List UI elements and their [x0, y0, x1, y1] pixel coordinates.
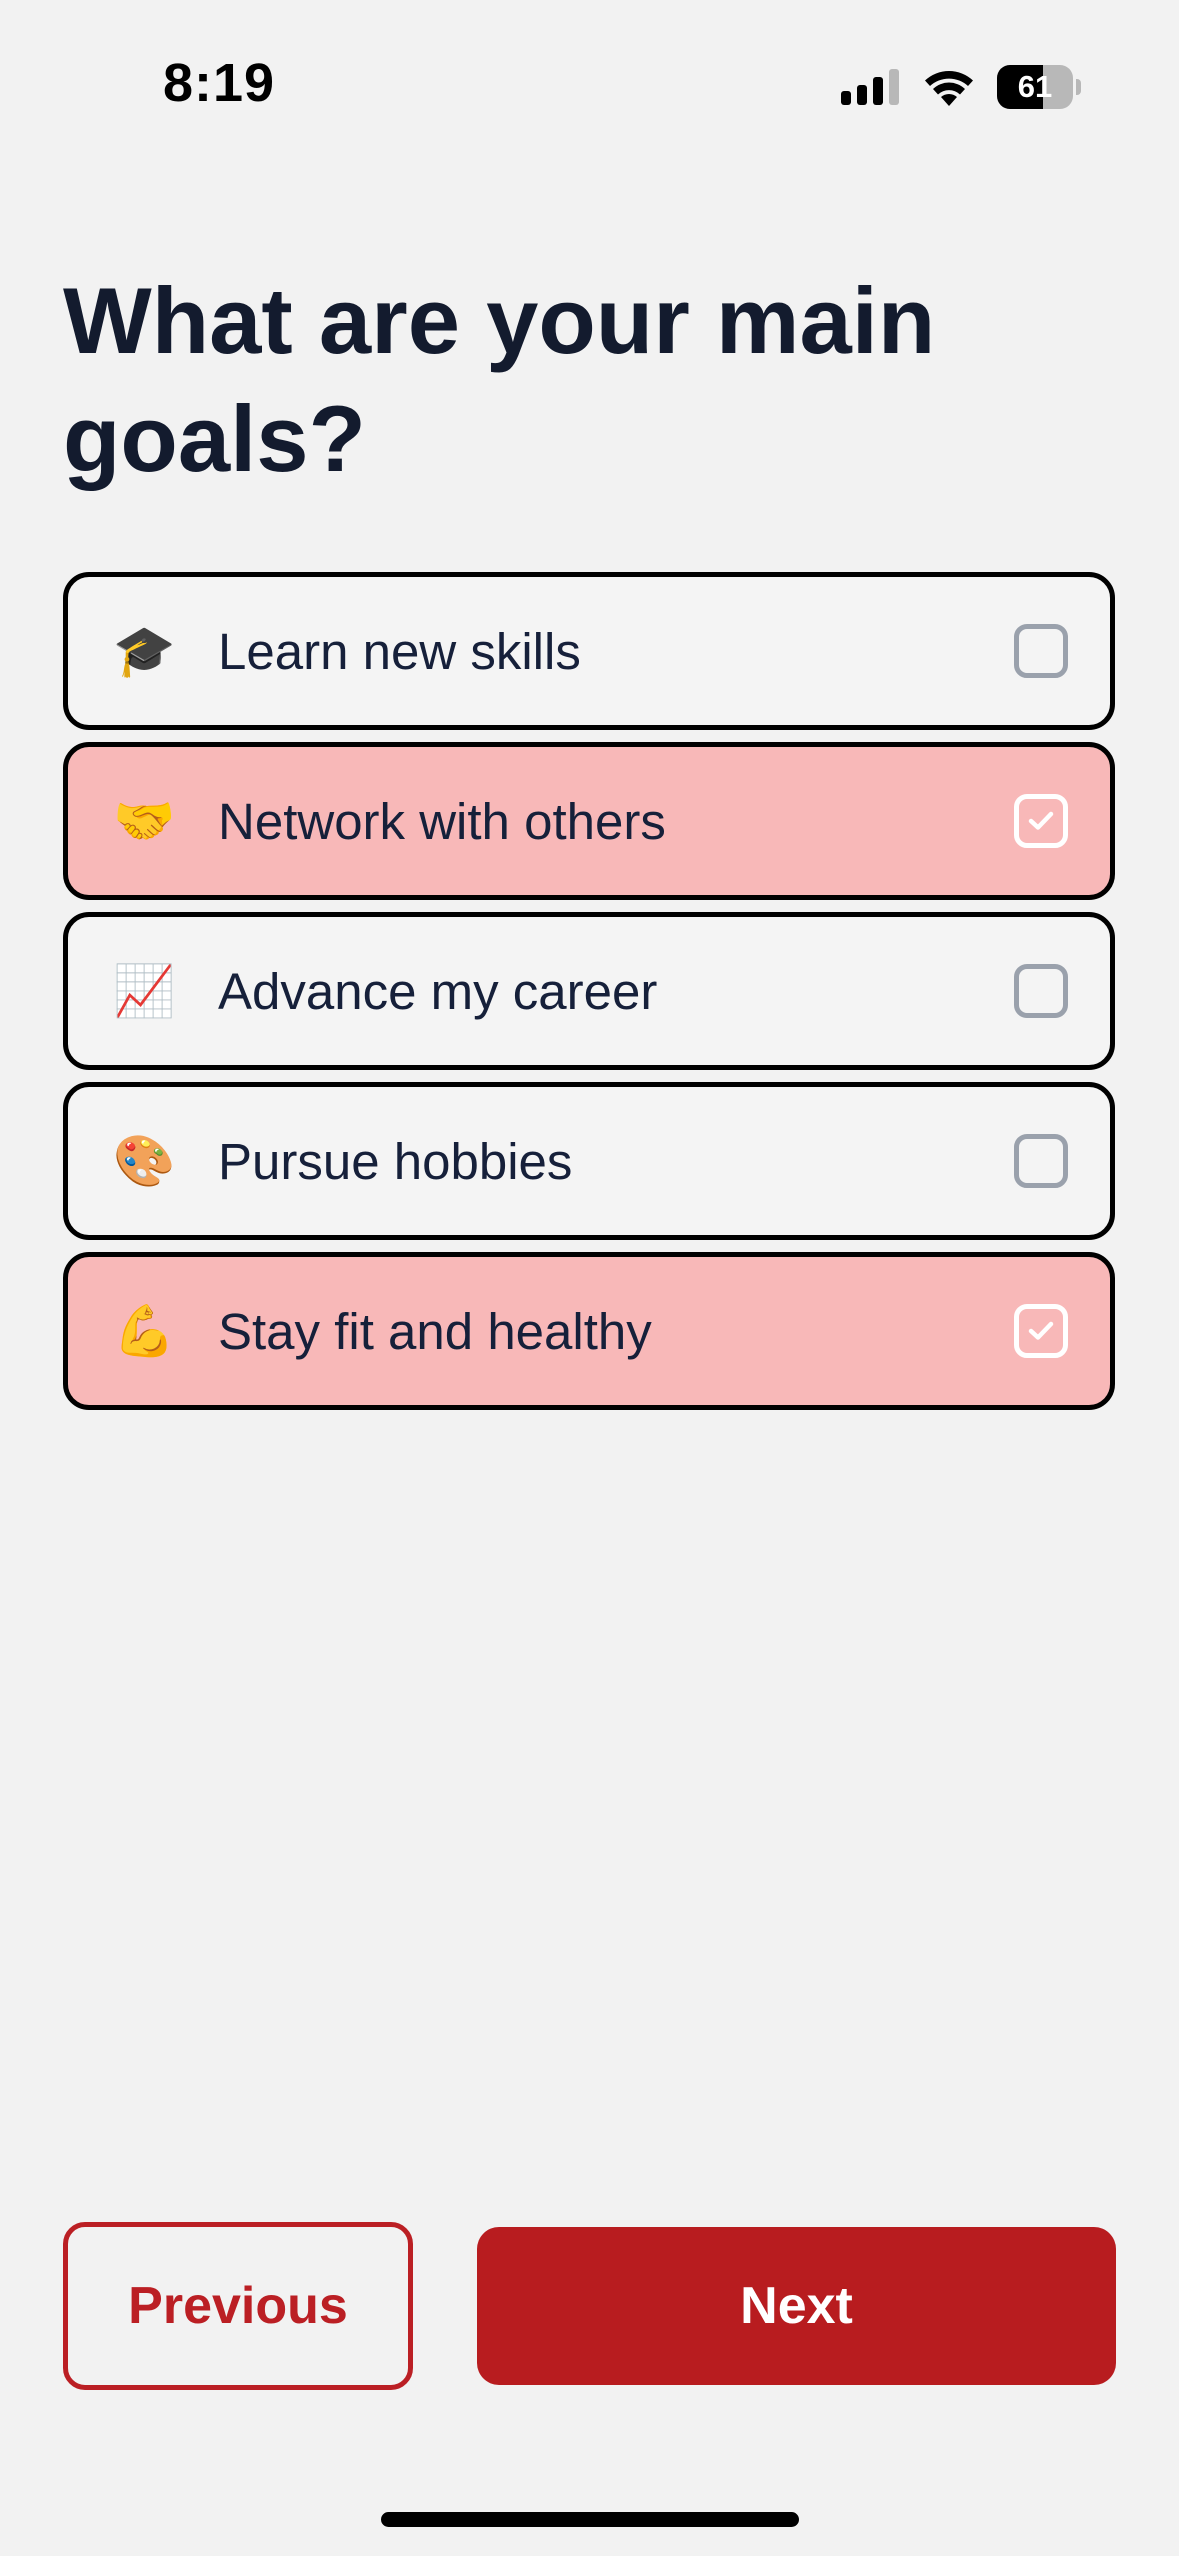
check-icon	[1028, 811, 1054, 830]
battery-body: 61	[997, 65, 1073, 109]
check-icon	[1028, 1321, 1054, 1340]
next-button[interactable]: Next	[477, 2227, 1116, 2385]
goal-option-label: Pursue hobbies	[218, 1132, 573, 1190]
status-icons: 61	[841, 62, 1081, 112]
goal-option-5[interactable]: 💪 Stay fit and healthy	[63, 1252, 1115, 1410]
goal-option-label: Network with others	[218, 792, 666, 850]
goal-checkbox[interactable]	[1014, 1134, 1068, 1188]
artist-palette-icon: 🎨	[113, 1132, 176, 1190]
status-bar: 8:19 61	[0, 0, 1179, 160]
signal-icon	[841, 69, 901, 105]
previous-button[interactable]: Previous	[63, 2222, 413, 2390]
goal-option-2[interactable]: 🤝 Network with others	[63, 742, 1115, 900]
home-indicator	[381, 2512, 799, 2527]
goals-options-list: 🎓 Learn new skills 🤝 Network with others…	[63, 572, 1115, 1422]
goal-checkbox[interactable]	[1014, 624, 1068, 678]
goal-option-label: Advance my career	[218, 962, 658, 1020]
battery-percent: 61	[1017, 69, 1053, 104]
flexed-biceps-icon: 💪	[113, 1302, 176, 1360]
goal-option-label: Stay fit and healthy	[218, 1302, 652, 1360]
wifi-icon	[923, 68, 975, 106]
goal-checkbox[interactable]	[1014, 794, 1068, 848]
goal-option-3[interactable]: 📈 Advance my career	[63, 912, 1115, 1070]
goal-option-label: Learn new skills	[218, 622, 581, 680]
page-title: What are your main goals?	[63, 268, 936, 491]
goal-checkbox[interactable]	[1014, 1304, 1068, 1358]
graduation-cap-icon: 🎓	[113, 622, 176, 680]
handshake-icon: 🤝	[113, 792, 176, 850]
battery-cap	[1076, 79, 1081, 95]
battery-icon: 61	[997, 65, 1081, 109]
status-time: 8:19	[163, 53, 276, 113]
chart-increasing-icon: 📈	[113, 962, 176, 1020]
goal-option-4[interactable]: 🎨 Pursue hobbies	[63, 1082, 1115, 1240]
goal-option-1[interactable]: 🎓 Learn new skills	[63, 572, 1115, 730]
goal-checkbox[interactable]	[1014, 964, 1068, 1018]
